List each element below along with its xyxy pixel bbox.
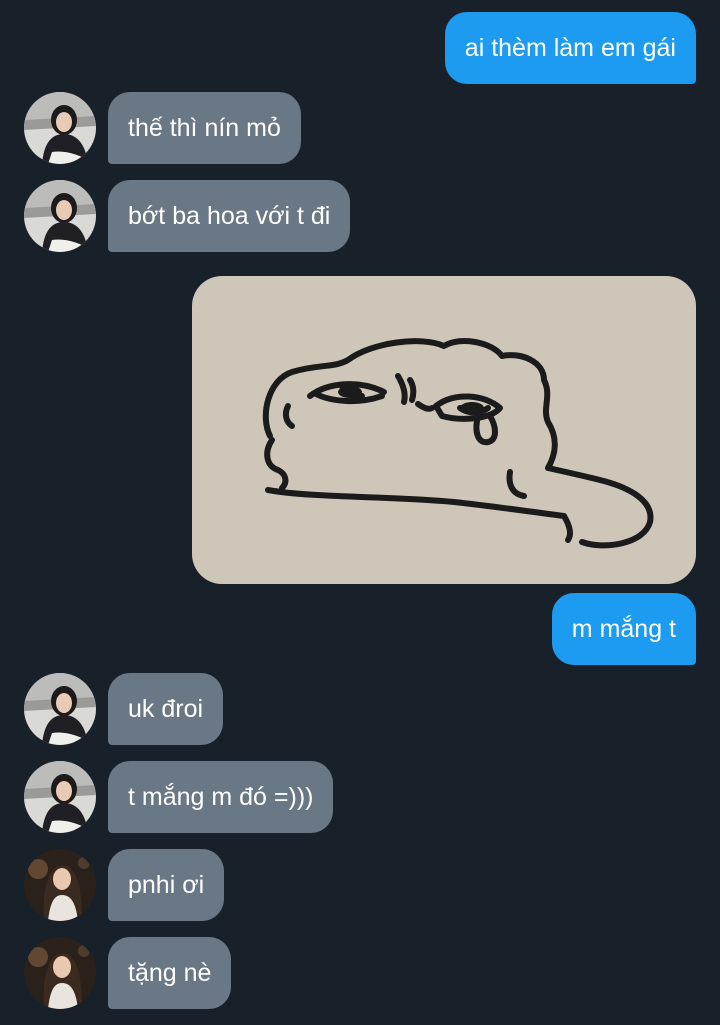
contact-avatar[interactable] (24, 92, 96, 164)
incoming-message-bubble[interactable]: pnhi ơi (108, 849, 225, 921)
sticker-message[interactable] (192, 276, 696, 584)
avatar-photo-icon (24, 761, 96, 833)
contact-avatar[interactable] (24, 849, 96, 921)
frog-meme-sticker-icon (262, 338, 654, 549)
incoming-message-bubble[interactable]: thế thì nín mỏ (108, 92, 301, 164)
contact-avatar[interactable] (24, 937, 96, 1009)
avatar-photo-icon (24, 937, 96, 1009)
avatar-photo-icon (24, 849, 96, 921)
contact-avatar[interactable] (24, 180, 96, 252)
outgoing-message-bubble[interactable]: ai thèm làm em gái (444, 12, 696, 84)
incoming-message-bubble[interactable]: uk đroi (108, 673, 224, 745)
incoming-message-bubble[interactable]: tặng nè (108, 937, 232, 1009)
avatar-photo-icon (24, 92, 96, 164)
avatar-photo-icon (24, 673, 96, 745)
incoming-message-bubble[interactable]: t mắng m đó =))) (108, 761, 334, 833)
contact-avatar[interactable] (24, 761, 96, 833)
outgoing-message-bubble[interactable]: m mắng t (551, 593, 696, 665)
contact-avatar[interactable] (24, 673, 96, 745)
avatar-photo-icon (24, 180, 96, 252)
incoming-message-bubble[interactable]: bớt ba hoa với t đi (108, 180, 351, 252)
